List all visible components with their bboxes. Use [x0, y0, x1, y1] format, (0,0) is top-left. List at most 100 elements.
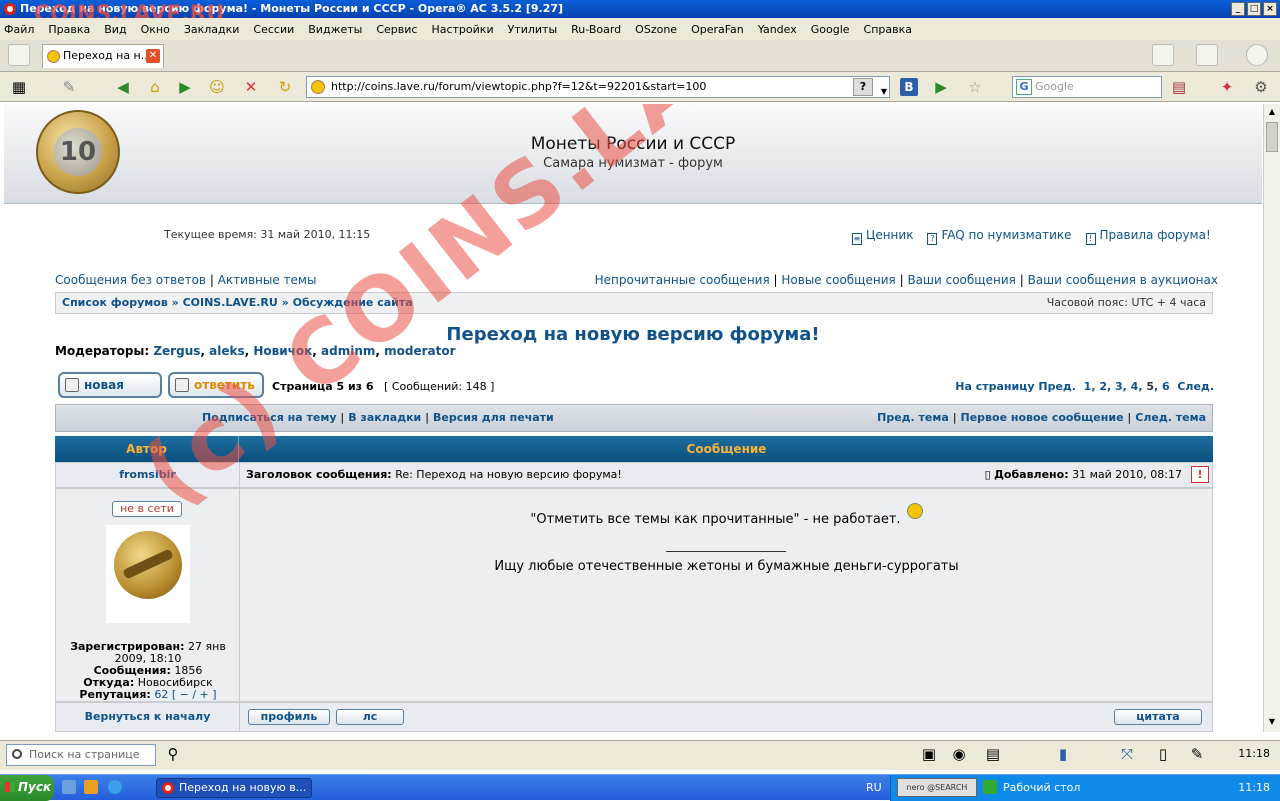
link-rules[interactable]: ! Правила форума!: [1085, 228, 1211, 245]
moderator-link[interactable]: Zergus: [153, 344, 200, 358]
stop-icon[interactable]: ✕: [242, 78, 260, 96]
menu-tools[interactable]: Сервис: [376, 23, 417, 36]
menu-operafan[interactable]: OperaFan: [691, 23, 744, 36]
sync-icon[interactable]: [1246, 44, 1268, 66]
menu-settings[interactable]: Настройки: [431, 23, 493, 36]
page-link[interactable]: 6: [1162, 380, 1170, 393]
back-icon[interactable]: ◀: [114, 78, 132, 96]
link-unanswered[interactable]: Сообщения без ответов: [55, 273, 206, 287]
topic-title[interactable]: Переход на новую версию форума!: [4, 324, 1262, 345]
vkontakte-icon[interactable]: B: [900, 78, 918, 96]
profile-button[interactable]: профиль: [248, 709, 330, 725]
scroll-thumb[interactable]: [1266, 122, 1278, 152]
bookmark-link[interactable]: В закладки: [348, 411, 421, 424]
crumb-site[interactable]: COINS.LAVE.RU: [183, 296, 278, 309]
menu-ruboard[interactable]: Ru-Board: [571, 23, 621, 36]
moderator-link[interactable]: adminm: [321, 344, 375, 358]
crumb-discussion[interactable]: Обсуждение сайта: [293, 296, 413, 309]
menu-widgets[interactable]: Виджеты: [308, 23, 362, 36]
language-indicator[interactable]: RU: [866, 781, 882, 794]
first-new-link[interactable]: Первое новое сообщение: [961, 411, 1124, 424]
report-icon[interactable]: !: [1191, 466, 1209, 483]
panels-icon[interactable]: ▦: [10, 78, 28, 96]
link-unread[interactable]: Непрочитанные сообщения: [595, 273, 770, 287]
moderator-link[interactable]: moderator: [384, 344, 455, 358]
link-faq[interactable]: ? FAQ по нумизматике: [927, 228, 1072, 245]
pagination-prev[interactable]: Пред.: [1038, 380, 1076, 393]
start-button[interactable]: Пуск: [0, 775, 54, 801]
moderator-link[interactable]: Новичок: [253, 344, 312, 358]
feed-icon[interactable]: ▤: [1170, 78, 1188, 96]
subscribe-link[interactable]: Подписаться на тему: [202, 411, 337, 424]
turbo-icon[interactable]: ◉: [950, 745, 968, 763]
status-info-icon[interactable]: ▮: [1054, 745, 1072, 763]
pagination-next[interactable]: След.: [1177, 380, 1214, 393]
maximize-button[interactable]: □: [1247, 2, 1261, 16]
desktop-toolbar[interactable]: Рабочий стол: [1003, 781, 1080, 794]
next-topic-link[interactable]: След. тема: [1135, 411, 1206, 424]
search-box[interactable]: G Google: [1012, 76, 1162, 98]
menu-edit[interactable]: Правка: [48, 23, 90, 36]
trash-icon[interactable]: [1196, 44, 1218, 66]
edit-status-icon[interactable]: ✎: [1188, 745, 1206, 763]
quote-button[interactable]: цитата: [1114, 709, 1202, 725]
prev-topic-link[interactable]: Пред. тема: [877, 411, 949, 424]
menu-file[interactable]: Файл: [4, 23, 34, 36]
print-link[interactable]: Версия для печати: [433, 411, 554, 424]
forward-icon[interactable]: ▶: [176, 78, 194, 96]
rep-controls[interactable]: [ − / + ]: [172, 688, 217, 701]
panel-toggle-icon[interactable]: ▣: [920, 745, 938, 763]
menu-yandex[interactable]: Yandex: [758, 23, 797, 36]
new-tab-icon[interactable]: [8, 44, 30, 66]
pen-icon[interactable]: ✎: [60, 78, 78, 96]
scroll-up-icon[interactable]: ▲: [1266, 106, 1278, 118]
home-icon[interactable]: ⌂: [146, 78, 164, 96]
tools-icon[interactable]: ⚙: [1252, 78, 1270, 96]
go-arrow-icon[interactable]: [983, 780, 997, 794]
reload-icon[interactable]: ↻: [276, 78, 294, 96]
menu-view[interactable]: Вид: [104, 23, 126, 36]
smiley-button-icon[interactable]: ☺: [208, 78, 226, 96]
page-link[interactable]: 4: [1131, 380, 1139, 393]
menu-google[interactable]: Google: [811, 23, 850, 36]
notes-icon[interactable]: [1152, 44, 1174, 66]
nero-search[interactable]: nero @SEARCH: [897, 778, 977, 797]
close-button[interactable]: ×: [1263, 2, 1277, 16]
page-link[interactable]: 1: [1084, 380, 1092, 393]
desktop-icon[interactable]: [62, 780, 76, 794]
bookmark-star-icon[interactable]: ☆: [966, 78, 984, 96]
menu-help[interactable]: Справка: [864, 23, 912, 36]
taskbar-opera-task[interactable]: Переход на новую в...: [156, 778, 312, 798]
tab-active[interactable]: Переход на н... ✕: [42, 44, 164, 68]
menu-bookmarks[interactable]: Закладки: [184, 23, 240, 36]
link-your-posts[interactable]: Ваши сообщения: [907, 273, 1015, 287]
tab-close-icon[interactable]: ✕: [146, 49, 160, 63]
moderator-link[interactable]: aleks: [209, 344, 244, 358]
media-icon[interactable]: [84, 780, 98, 794]
new-topic-button[interactable]: новая тема: [58, 372, 162, 414]
page-link[interactable]: 2: [1099, 380, 1107, 393]
vertical-scrollbar[interactable]: ▲ ▼: [1263, 104, 1280, 732]
link-new[interactable]: Новые сообщения: [781, 273, 895, 287]
scroll-down-icon[interactable]: ▼: [1266, 716, 1278, 728]
find-go-icon[interactable]: ⚲: [164, 745, 182, 763]
menu-window[interactable]: Окно: [141, 23, 170, 36]
page-link[interactable]: 3: [1115, 380, 1123, 393]
link-auction-posts[interactable]: Ваши сообщения в аукционах: [1028, 273, 1218, 287]
ie-icon[interactable]: [108, 780, 122, 794]
minimize-button[interactable]: _: [1231, 2, 1245, 16]
crumb-forum-list[interactable]: Список форумов: [62, 296, 168, 309]
notes-status-icon[interactable]: ▤: [984, 745, 1002, 763]
menu-oszone[interactable]: OSzone: [635, 23, 677, 36]
address-bar[interactable]: http://coins.lave.ru/forum/viewtopic.php…: [306, 76, 890, 98]
rep-value[interactable]: 62: [154, 688, 168, 701]
page-icon[interactable]: ▯: [1154, 745, 1172, 763]
reply-button[interactable]: ответить: [168, 372, 264, 398]
info-button[interactable]: ?: [853, 78, 873, 96]
pin-icon[interactable]: ✦: [1218, 78, 1236, 96]
menu-sessions[interactable]: Сессии: [253, 23, 294, 36]
pm-button[interactable]: лс: [336, 709, 404, 725]
menu-utilities[interactable]: Утилиты: [508, 23, 558, 36]
find-input[interactable]: Поиск на странице: [6, 744, 156, 766]
fit-icon[interactable]: ⤧: [1118, 745, 1136, 763]
